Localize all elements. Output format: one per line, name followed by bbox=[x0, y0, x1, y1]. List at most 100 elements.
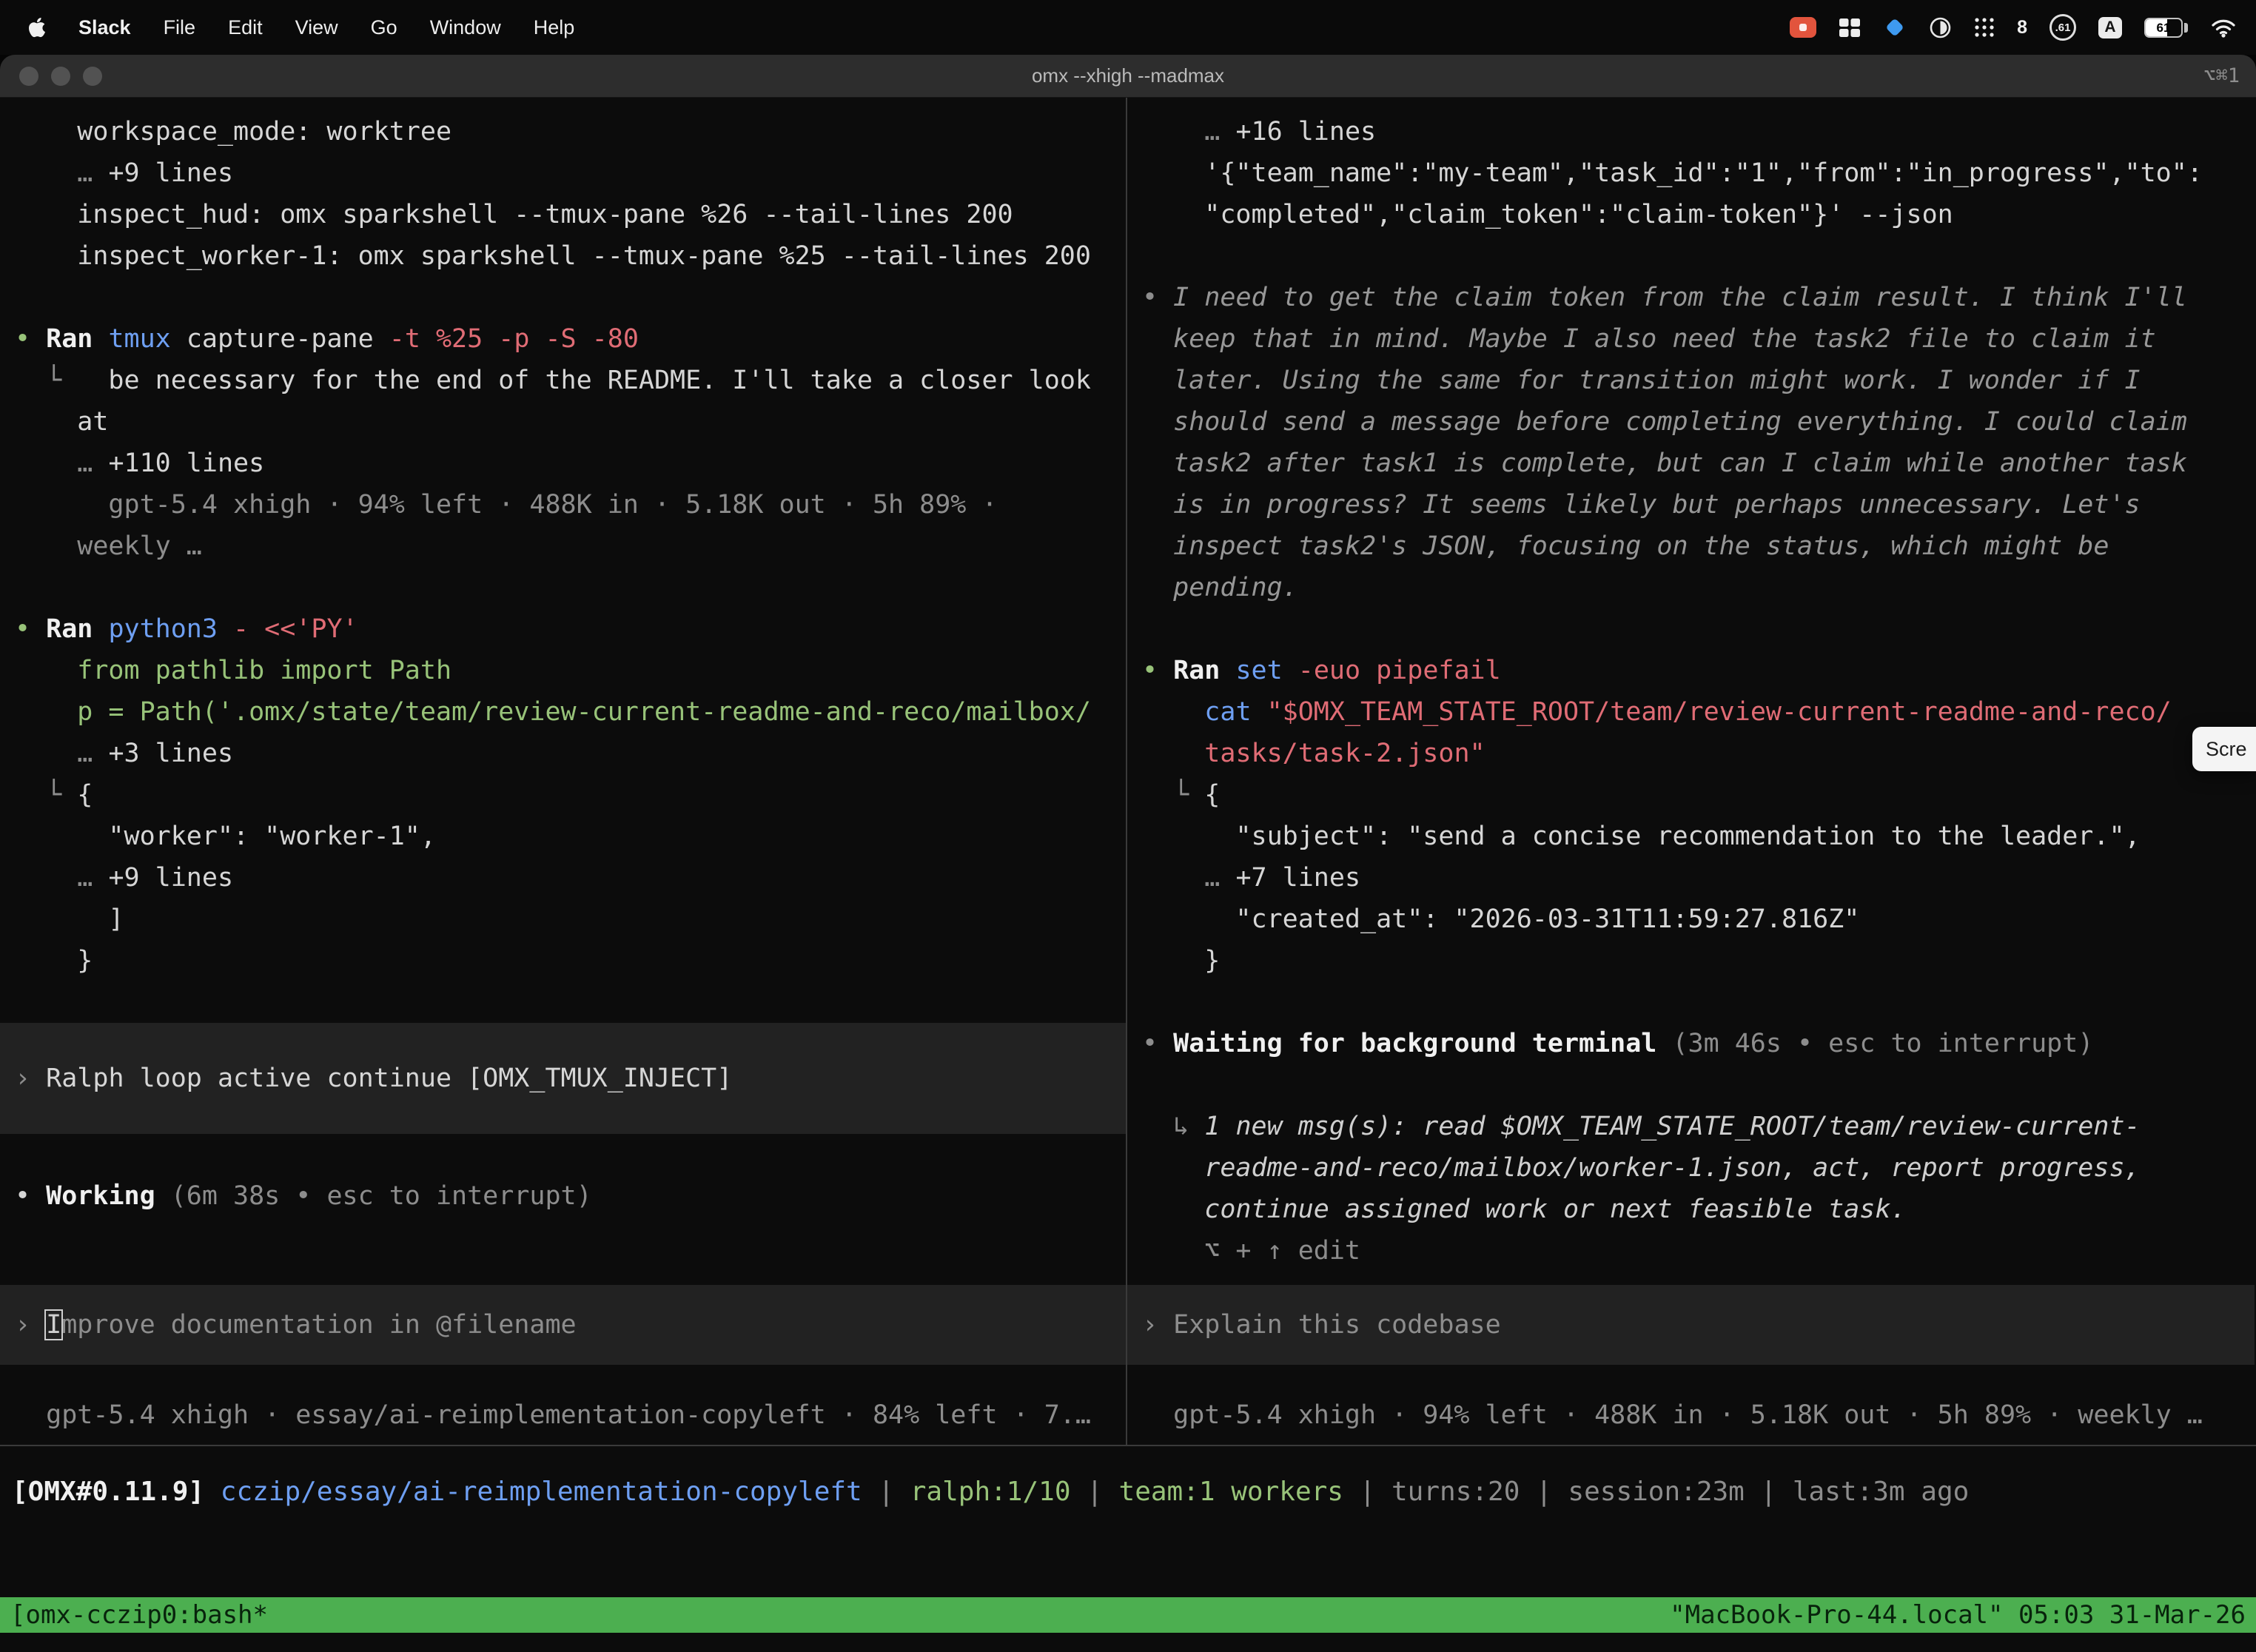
terminal-line: from pathlib import Path bbox=[0, 650, 1126, 691]
text-segment: › bbox=[15, 1304, 46, 1346]
terminal-line: at bbox=[0, 401, 1126, 443]
terminal-pane-left[interactable]: workspace_mode: worktree … +9 lines insp… bbox=[0, 98, 1127, 1445]
blank-line bbox=[1127, 608, 2255, 650]
terminal-line: … +9 lines bbox=[0, 857, 1126, 899]
text-segment: Ran bbox=[46, 614, 108, 644]
wifi-icon[interactable] bbox=[2210, 17, 2237, 38]
menu-window[interactable]: Window bbox=[430, 16, 501, 39]
menu-help[interactable]: Help bbox=[534, 16, 575, 39]
terminal-line: … +16 lines bbox=[1127, 111, 2255, 152]
screen-recording-indicator-icon[interactable] bbox=[1790, 17, 1816, 38]
text-segment: I need to get the claim token from the c… bbox=[1173, 283, 2187, 312]
text-segment: ↳ bbox=[1142, 1112, 1204, 1141]
percentage-ring-badge[interactable]: .61 bbox=[2049, 14, 2076, 41]
desktop: Slack File Edit View Go Window Help 8 .61 A 6… bbox=[0, 0, 2256, 1652]
text-segment: Waiting for background terminal bbox=[1173, 1029, 1672, 1058]
battery-percent: 61 bbox=[2146, 19, 2181, 36]
terminal-line: readme-and-reco/mailbox/worker-1.json, a… bbox=[1127, 1147, 2255, 1189]
text-segment: "worker": "worker-1", bbox=[15, 822, 436, 851]
screenshot-popup[interactable]: Scre bbox=[2192, 727, 2256, 771]
window-grid-icon[interactable] bbox=[1839, 18, 1861, 38]
text-segment: +110 lines bbox=[108, 449, 264, 478]
terminal-line: └ { bbox=[1127, 774, 2255, 816]
terminal-line: • I need to get the claim token from the… bbox=[1127, 277, 2255, 318]
text-segment: -t %25 -p -S -80 bbox=[389, 324, 639, 354]
window-title: omx --xhigh --madmax bbox=[1032, 64, 1224, 87]
text-segment: inspect_worker-1: omx sparkshell --tmux-… bbox=[15, 241, 1091, 271]
text-segment: "$OMX_TEAM_STATE_ROOT/team/review-curren… bbox=[1267, 697, 2172, 727]
terminal-line: weekly … bbox=[0, 526, 1126, 567]
text-segment: ralph:1/10 bbox=[910, 1477, 1071, 1507]
status-circle-icon[interactable] bbox=[1929, 16, 1952, 39]
terminal-line: } bbox=[0, 940, 1126, 981]
text-segment: … bbox=[15, 739, 108, 768]
text-segment: └ bbox=[1142, 780, 1204, 810]
text-segment: • bbox=[1142, 656, 1173, 685]
text-segment: +7 lines bbox=[1235, 863, 1360, 893]
input-source-icon[interactable]: A bbox=[2098, 17, 2122, 38]
terminal-line: should send a message before completing … bbox=[1127, 401, 2255, 443]
terminal-line: "completed","claim_token":"claim-token"}… bbox=[1127, 194, 2255, 235]
text-segment: tmux bbox=[108, 324, 186, 354]
text-segment bbox=[1142, 697, 1204, 727]
composer-input-right[interactable]: › Explain this codebase bbox=[1127, 1285, 2255, 1365]
blank-line bbox=[1127, 235, 2255, 277]
blank-line bbox=[0, 1217, 1126, 1258]
terminal-line: continue assigned work or next feasible … bbox=[1127, 1189, 2255, 1230]
text-segment: › bbox=[15, 1058, 46, 1099]
menu-status-icons: 8 .61 A 61 bbox=[1790, 14, 2256, 41]
terminal-line: … +3 lines bbox=[0, 733, 1126, 774]
window-title-bar[interactable]: omx --xhigh --madmax ⌥⌘1 bbox=[0, 55, 2256, 98]
tmux-host-clock: "MacBook-Pro-44.local" 05:03 31-Mar-26 bbox=[1670, 1597, 2246, 1633]
text-segment: +16 lines bbox=[1235, 117, 1376, 147]
zoom-button[interactable] bbox=[83, 67, 102, 86]
apple-menu-icon[interactable] bbox=[28, 16, 46, 38]
menu-extra-icon[interactable]: 8 bbox=[2017, 17, 2027, 38]
text-segment: pending. bbox=[1142, 573, 1298, 602]
menu-edit[interactable]: Edit bbox=[228, 16, 263, 39]
terminal-line: inspect task2's JSON, focusing on the st… bbox=[1127, 526, 2255, 567]
blue-app-icon[interactable] bbox=[1883, 16, 1907, 39]
terminal-line: gpt-5.4 xhigh · 94% left · 488K in · 5.1… bbox=[0, 484, 1126, 526]
text-segment: Ralph loop active continue [OMX_TMUX_INJ… bbox=[46, 1058, 732, 1099]
text-segment: inspect task2's JSON, focusing on the st… bbox=[1142, 531, 2109, 561]
text-segment: +9 lines bbox=[108, 863, 233, 893]
text-segment: continue assigned work or next feasible … bbox=[1142, 1195, 1907, 1224]
close-button[interactable] bbox=[19, 67, 38, 86]
text-segment: Explain this codebase bbox=[1173, 1304, 1501, 1346]
menu-go[interactable]: Go bbox=[371, 16, 397, 39]
terminal-line: workspace_mode: worktree bbox=[0, 111, 1126, 152]
text-segment: capture-pane bbox=[187, 324, 389, 354]
text-segment: +3 lines bbox=[108, 739, 233, 768]
waiting-status: • Waiting for background terminal (3m 46… bbox=[1127, 1023, 2255, 1064]
ralph-loop-bar[interactable]: › Ralph loop active continue [OMX_TMUX_I… bbox=[0, 1023, 1126, 1134]
blank-line bbox=[0, 277, 1126, 318]
terminal-line: later. Using the same for transition mig… bbox=[1127, 360, 2255, 401]
text-segment: last:3m ago bbox=[1793, 1477, 1969, 1507]
text-segment: | bbox=[862, 1477, 910, 1507]
menu-view[interactable]: View bbox=[295, 16, 338, 39]
minimize-button[interactable] bbox=[51, 67, 70, 86]
terminal-line: '{"team_name":"my-team","task_id":"1","f… bbox=[1127, 152, 2255, 194]
text-segment: | bbox=[1071, 1477, 1119, 1507]
mailbox-message: ↳ 1 new msg(s): read $OMX_TEAM_STATE_ROO… bbox=[1127, 1106, 2255, 1147]
text-segment: should send a message before completing … bbox=[1142, 407, 2187, 437]
menu-file[interactable]: File bbox=[164, 16, 196, 39]
terminal-line: cat "$OMX_TEAM_STATE_ROOT/team/review-cu… bbox=[1127, 691, 2255, 733]
edit-hint: ⌥ + ↑ edit bbox=[1127, 1230, 2255, 1272]
pane-footer-left: gpt-5.4 xhigh · essay/ai-reimplementatio… bbox=[0, 1394, 1126, 1436]
text-segment: ] bbox=[15, 904, 124, 934]
text-segment: … bbox=[1142, 863, 1235, 893]
text-segment: … bbox=[1142, 117, 1235, 147]
text-segment: • bbox=[1142, 283, 1173, 312]
active-app-name[interactable]: Slack bbox=[78, 16, 131, 39]
terminal-pane-right[interactable]: … +16 lines '{"team_name":"my-team","tas… bbox=[1127, 98, 2255, 1445]
composer-input-left[interactable]: › Improve documentation in @filename bbox=[0, 1285, 1126, 1365]
tmux-panes: workspace_mode: worktree … +9 lines insp… bbox=[0, 98, 2256, 1446]
dots-grid-icon[interactable] bbox=[1974, 17, 1995, 38]
pane-footer-right: gpt-5.4 xhigh · 94% left · 488K in · 5.1… bbox=[1127, 1394, 2255, 1436]
text-segment: I bbox=[46, 1304, 61, 1346]
text-segment: "created_at": "2026-03-31T11:59:27.816Z" bbox=[1142, 904, 1859, 934]
terminal-line: └ be necessary for the end of the README… bbox=[0, 360, 1126, 401]
battery-icon[interactable]: 61 bbox=[2144, 18, 2188, 38]
